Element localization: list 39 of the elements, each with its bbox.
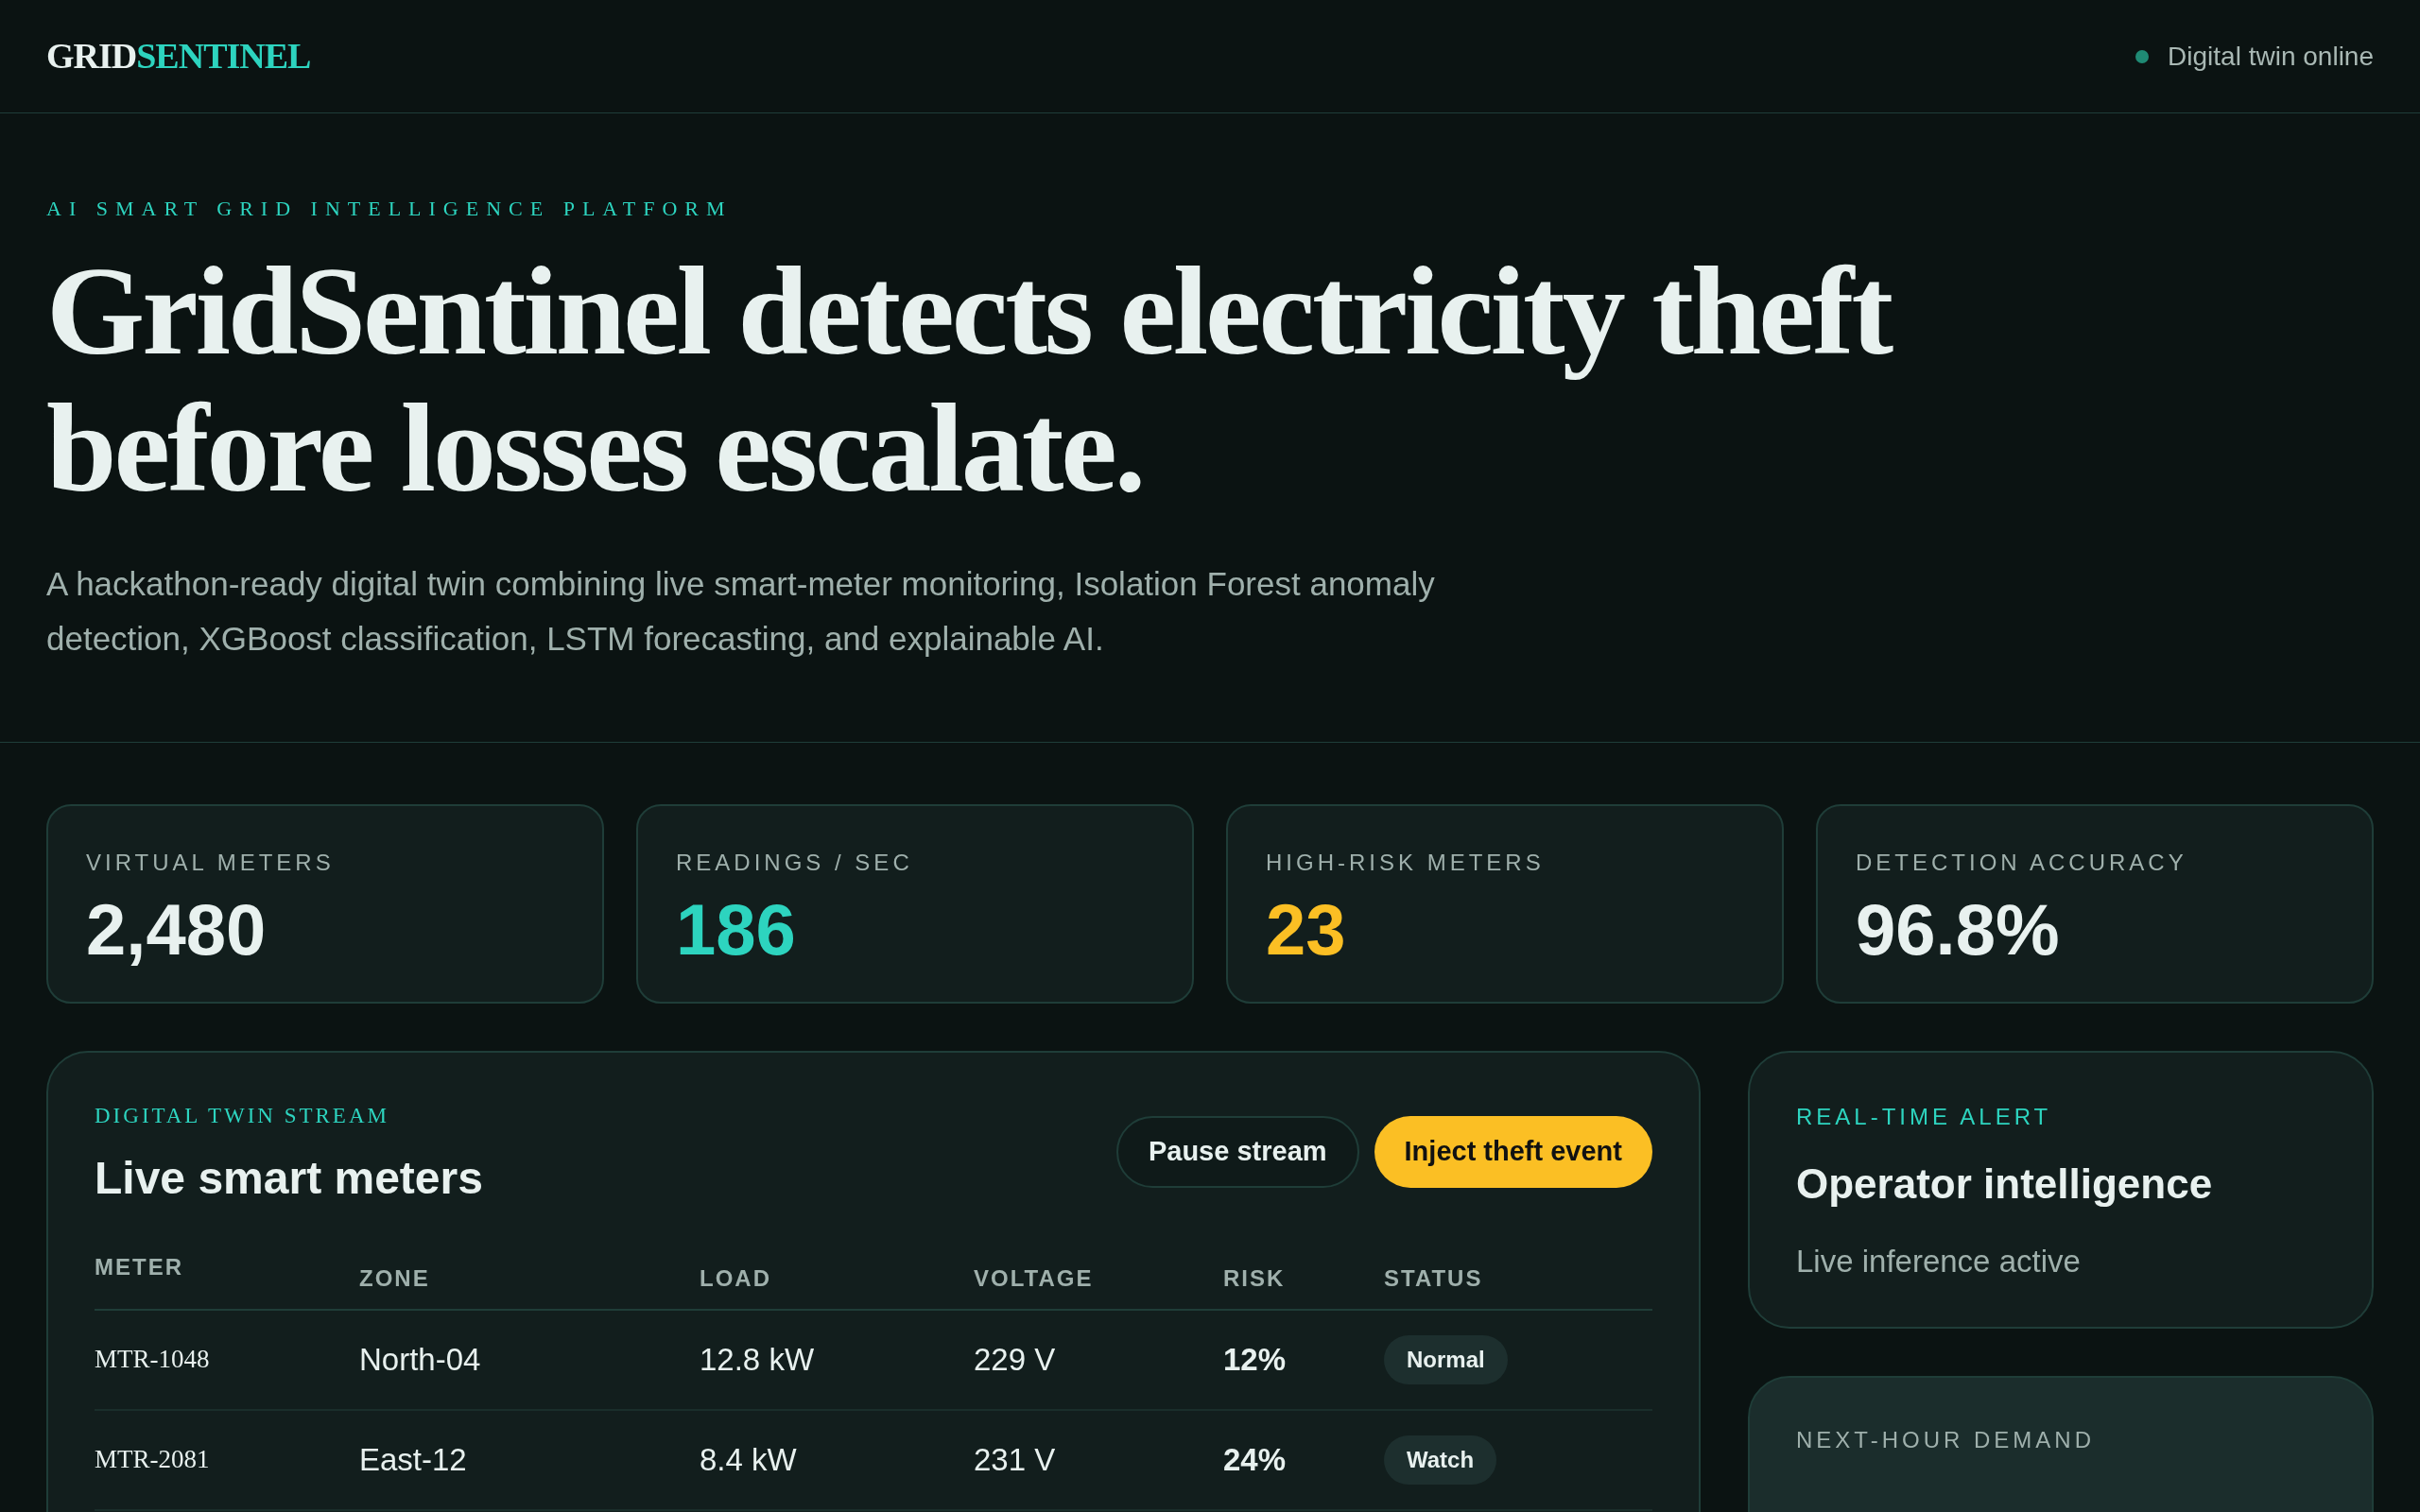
stat-value: 23 bbox=[1266, 888, 1347, 971]
table-cell: North-04 bbox=[359, 1341, 481, 1377]
column-header: LOAD bbox=[700, 1264, 771, 1291]
status-label: Digital twin online bbox=[2168, 40, 2374, 73]
stat-value: 2,480 bbox=[86, 888, 268, 971]
status-badge: Watch bbox=[1384, 1435, 1497, 1485]
stat-label: READINGS / SEC bbox=[676, 849, 914, 877]
panel-title: Live smart meters bbox=[95, 1151, 483, 1205]
table-cell: 12% bbox=[1223, 1341, 1287, 1377]
table-cell: East-12 bbox=[359, 1441, 467, 1477]
table-cell: 231 V bbox=[974, 1441, 1056, 1477]
column-header: RISK bbox=[1223, 1264, 1286, 1291]
demand-label: NEXT-HOUR DEMAND bbox=[1796, 1426, 2096, 1454]
table-cell: 12.8 kW bbox=[700, 1341, 815, 1377]
table-cell: MTR-1048 bbox=[95, 1345, 210, 1374]
hero-description: A hackathon-ready digital twin combining live smart-meter monitoring, Isolation Forest anomaly detection, XGBoost classification, LSTM forecasting, and explainable AI. bbox=[46, 564, 1436, 659]
hero-headline: GridSentinel detects electricity theft before losses escalate. bbox=[46, 243, 1894, 517]
alert-eyebrow: REAL-TIME ALERT bbox=[1796, 1103, 2053, 1131]
stat-label: VIRTUAL METERS bbox=[86, 849, 336, 877]
column-header: STATUS bbox=[1384, 1264, 1483, 1291]
stat-value: 186 bbox=[676, 888, 797, 971]
logo[interactable]: GRIDSENTINEL bbox=[46, 29, 311, 83]
status-badge: Normal bbox=[1384, 1334, 1508, 1384]
table-cell: MTR-2081 bbox=[95, 1445, 210, 1474]
alert-subtitle: Live inference active bbox=[1796, 1243, 2082, 1280]
column-header: ZONE bbox=[359, 1264, 430, 1291]
inject-button[interactable]: Inject theft event bbox=[1374, 1116, 1652, 1188]
column-header: VOLTAGE bbox=[974, 1264, 1094, 1291]
hero-eyebrow: AI SMART GRID INTELLIGENCE PLATFORM bbox=[46, 196, 734, 222]
alert-title: Operator intelligence bbox=[1796, 1160, 2214, 1209]
table-cell: 8.4 kW bbox=[700, 1441, 797, 1477]
stat-label: DETECTION ACCURACY bbox=[1856, 849, 2188, 877]
table-cell: 229 V bbox=[974, 1341, 1056, 1377]
pause-button[interactable]: Pause stream bbox=[1115, 1116, 1359, 1188]
stat-value: 96.8% bbox=[1856, 888, 2061, 971]
column-header: METER bbox=[95, 1253, 183, 1280]
table-cell: 24% bbox=[1223, 1441, 1287, 1477]
panel-eyebrow: DIGITAL TWIN STREAM bbox=[95, 1103, 390, 1129]
stat-label: HIGH-RISK METERS bbox=[1266, 849, 1546, 877]
